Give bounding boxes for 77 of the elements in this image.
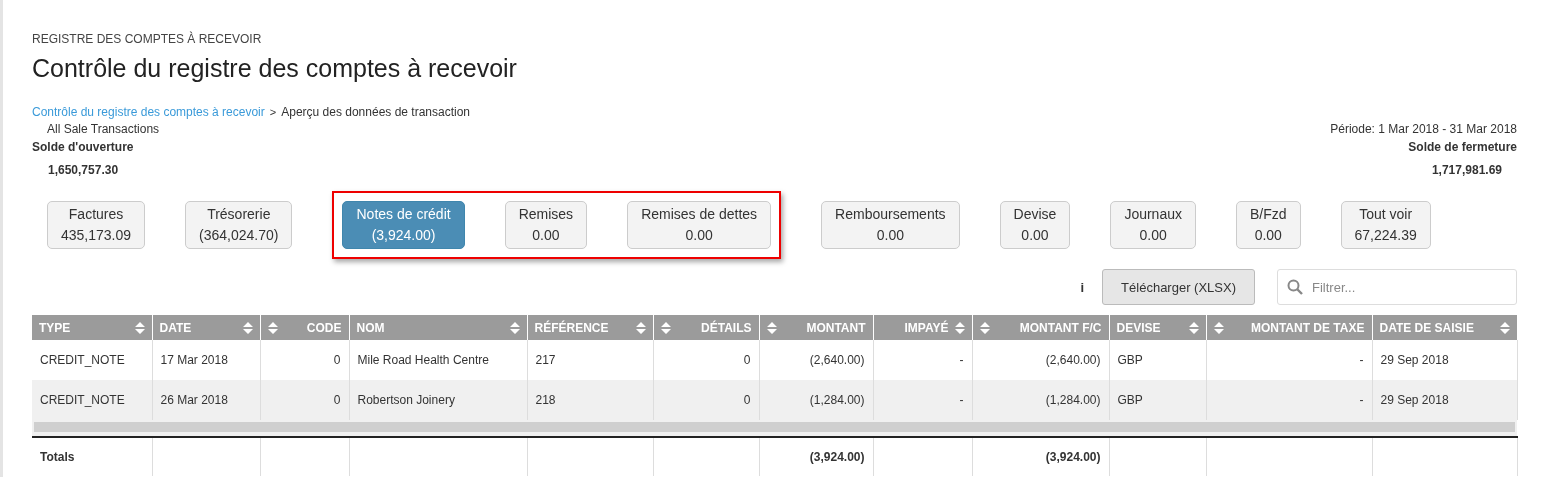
column-header[interactable]: TYPE [32,315,152,340]
filter-button[interactable]: Remboursements 0.00 [821,201,960,249]
filter-button[interactable]: Factures 435,173.09 [47,201,146,249]
sort-icon[interactable] [660,321,671,334]
scrollbar[interactable] [34,422,1515,432]
total-cell: (3,924.00) [972,437,1109,476]
sort-icon[interactable] [134,321,145,334]
filter-button[interactable]: Trésorerie (364,024.70) [185,201,293,249]
table-cell: 218 [527,380,653,420]
column-header[interactable]: DÉTAILS [653,315,759,340]
opening-balance-value: 1,650,757.30 [47,163,119,177]
section-label: REGISTRE DES COMPTES À RECEVOIR [32,32,263,46]
table-cell: - [1206,380,1372,420]
sort-icon[interactable] [267,321,278,334]
table-cell: Mile Road Health Centre [349,340,527,380]
column-header[interactable]: MONTANT [759,315,873,340]
table-cell: (2,640.00) [759,340,873,380]
column-header[interactable]: DEVISE [1109,315,1206,340]
table-cell: 17 Mar 2018 [152,340,260,380]
column-header[interactable]: CODE [260,315,349,340]
total-cell: Totals [32,437,152,476]
closing-balance-value: 1,717,981.69 [1431,163,1503,177]
table-cell: - [873,340,972,380]
column-header[interactable]: MONTANT DE TAXE [1206,315,1372,340]
sort-icon[interactable] [954,321,965,334]
breadcrumb-separator: > [269,106,277,118]
sort-icon[interactable] [979,321,990,334]
table-cell: (1,284.00) [759,380,873,420]
filter-button[interactable]: B/Fzd 0.00 [1235,201,1301,249]
table-cell: (1,284.00) [972,380,1109,420]
table-cell: GBP [1109,340,1206,380]
search-icon [1287,279,1303,295]
table-cell: Robertson Joinery [349,380,527,420]
column-header[interactable]: IMPAYÉ [873,315,972,340]
column-header[interactable]: MONTANT F/C [972,315,1109,340]
column-header[interactable]: DATE DE SAISIE [1372,315,1517,340]
table-cell: CREDIT_NOTE [32,380,152,420]
opening-balance-label: Solde d'ouverture [32,140,134,154]
sort-icon[interactable] [1499,321,1510,334]
table-cell: CREDIT_NOTE [32,340,152,380]
table-cell: GBP [1109,380,1206,420]
closing-balance-label: Solde de fermeture [1408,140,1517,154]
column-header[interactable]: NOM [349,315,527,340]
table-cell: - [873,380,972,420]
sort-icon[interactable] [1213,321,1224,334]
sort-icon[interactable] [635,321,646,334]
filter-button[interactable]: Tout voir 67,224.39 [1340,201,1431,249]
filter-button[interactable]: Remises 0.00 [504,201,588,249]
info-icon[interactable]: i [1080,279,1085,295]
sort-icon[interactable] [766,321,777,334]
column-header[interactable]: RÉFÉRENCE [527,315,653,340]
filter-button[interactable]: Remises de dettes 0.00 [627,201,772,249]
filter-button[interactable]: Journaux 0.00 [1110,201,1196,249]
breadcrumb-current: Aperçu des données de transaction [281,105,470,119]
period-label: Période: 1 Mar 2018 - 31 Mar 2018 [1330,122,1517,136]
download-button[interactable]: Télécharger (XLSX) [1102,269,1255,305]
table-cell: (2,640.00) [972,340,1109,380]
filter-field[interactable]: Filtrer... [1277,269,1517,305]
sort-icon[interactable] [509,321,520,334]
table-cell: 0 [653,380,759,420]
table-cell: 0 [260,380,349,420]
filter-button[interactable]: Devise 0.00 [999,201,1071,249]
table-cell: 29 Sep 2018 [1372,340,1517,380]
table-cell: - [1206,340,1372,380]
subtitle: All Sale Transactions [46,122,160,136]
filter-button[interactable]: Notes de crédit (3,924.00) [342,201,465,249]
table-cell: 0 [260,340,349,380]
table-cell: 26 Mar 2018 [152,380,260,420]
column-header[interactable]: DATE [152,315,260,340]
table-cell: 0 [653,340,759,380]
total-cell: (3,924.00) [759,437,873,476]
breadcrumb-link[interactable]: Contrôle du registre des comptes à recevoir [32,105,265,119]
sort-icon[interactable] [242,321,253,334]
sort-icon[interactable] [1188,321,1199,334]
table-cell: 217 [527,340,653,380]
page-title: Contrôle du registre des comptes à recevoir [32,54,518,83]
table-cell: 29 Sep 2018 [1372,380,1517,420]
